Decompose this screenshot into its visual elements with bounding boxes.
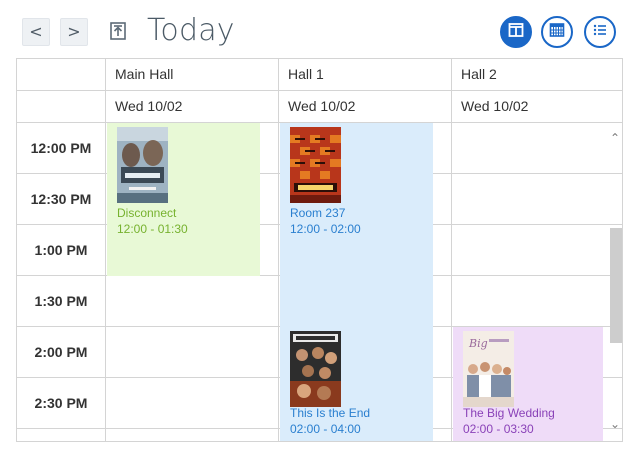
time-slot-label: 2:30 PM (17, 378, 105, 429)
poster-image-the-big-wedding: Big (463, 331, 514, 407)
poster-image-disconnect (117, 127, 168, 203)
column-main-hall[interactable]: Disconnect 12:00 - 01:30 (106, 123, 279, 441)
slot-divider (106, 428, 278, 429)
event-title: Disconnect (117, 206, 177, 220)
date-header-row: Wed 10/02 Wed 10/02 Wed 10/02 (17, 91, 622, 123)
event-time: 12:00 - 02:00 (290, 222, 361, 236)
event-time: 02:00 - 03:30 (463, 422, 534, 436)
time-slot-label: 1:30 PM (17, 276, 105, 327)
date-header-main-hall: Wed 10/02 (106, 91, 279, 122)
time-column: 12:00 PM 12:30 PM 1:00 PM 1:30 PM 2:00 P… (17, 123, 106, 441)
date-header-hall-2: Wed 10/02 (461, 98, 529, 114)
event-title: This Is the End (290, 406, 371, 420)
scrollbar-thumb[interactable] (610, 228, 622, 343)
resource-header-hall-1: Hall 1 (279, 59, 452, 90)
scroll-up-arrow-icon[interactable]: ⌃ (607, 130, 623, 146)
slot-divider (452, 224, 622, 225)
column-hall-1[interactable]: Room 237 12:00 - 02:00 This Is the End 0… (279, 123, 452, 441)
day-view-button[interactable] (500, 16, 532, 48)
event-the-big-wedding[interactable]: Big The Big Wedding 02:00 - 03:30 (453, 327, 603, 441)
slot-divider (106, 377, 278, 378)
poster-image-room-237 (290, 127, 341, 203)
slot-divider (452, 173, 622, 174)
slot-divider (452, 275, 622, 276)
time-slot-label: 12:00 PM (17, 123, 105, 174)
scheduler-grid: Main Hall Hall 1 Hall 2 Wed 10/02 Wed 10… (16, 58, 623, 442)
next-button[interactable]: > (60, 18, 88, 46)
time-slot-label: 12:30 PM (17, 174, 105, 225)
event-time: 12:00 - 01:30 (117, 222, 188, 236)
calendar-toolbar: < > Today (0, 0, 640, 60)
corner-cell (17, 91, 106, 122)
list-view-button[interactable] (584, 16, 616, 48)
scroll-down-arrow-icon[interactable]: ⌄ (607, 416, 623, 432)
slot-divider (106, 326, 278, 327)
resource-header-row: Main Hall Hall 1 Hall 2 (17, 59, 622, 91)
event-title: Room 237 (290, 206, 346, 220)
event-title: The Big Wedding (463, 406, 555, 420)
corner-cell (17, 59, 106, 90)
svg-text:Big: Big (468, 337, 488, 350)
export-today-icon[interactable] (109, 21, 127, 41)
scheduler-body: 12:00 PM 12:30 PM 1:00 PM 1:30 PM 2:00 P… (17, 123, 622, 441)
column-hall-2[interactable]: Big The Big Wedding 02:00 - 03:30 (452, 123, 622, 441)
chevron-right-icon: > (67, 22, 81, 41)
event-this-is-the-end[interactable]: This Is the End 02:00 - 04:00 (280, 327, 433, 441)
poster-image-this-is-the-end (290, 331, 341, 407)
vertical-scrollbar[interactable]: ⌃ ⌄ (607, 122, 623, 440)
today-title[interactable]: Today (147, 13, 235, 49)
resource-header-main-hall: Main Hall (106, 59, 279, 90)
day-view-icon (508, 22, 524, 42)
chevron-left-icon: < (29, 22, 43, 41)
month-view-icon (549, 22, 565, 42)
month-view-button[interactable] (541, 16, 573, 48)
date-header-hall-1: Wed 10/02 (279, 91, 452, 122)
event-disconnect[interactable]: Disconnect 12:00 - 01:30 (107, 123, 260, 276)
event-room-237[interactable]: Room 237 12:00 - 02:00 (280, 123, 433, 327)
list-view-icon (592, 22, 608, 42)
event-time: 02:00 - 04:00 (290, 422, 361, 436)
resource-header-hall-2: Hall 2 (461, 66, 497, 82)
previous-button[interactable]: < (22, 18, 50, 46)
time-slot-label: 2:00 PM (17, 327, 105, 378)
time-slot-label: 1:00 PM (17, 225, 105, 276)
